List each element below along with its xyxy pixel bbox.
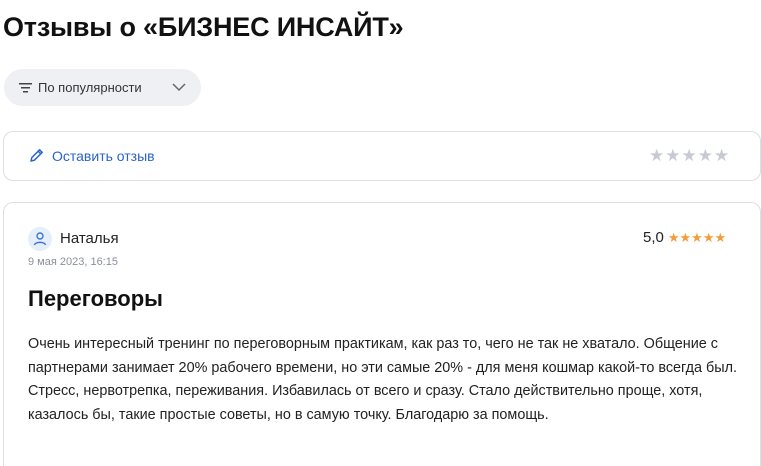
avatar bbox=[28, 227, 52, 251]
review-text: Очень интересный тренинг по переговорным… bbox=[28, 336, 738, 424]
rating-stars: ★ ★ ★ ★ ★ bbox=[667, 229, 727, 245]
pencil-icon bbox=[30, 149, 43, 162]
review-card: Наталья 9 мая 2023, 16:15 5,0 ★ ★ ★ ★ ★ … bbox=[3, 202, 761, 466]
leave-review-button[interactable]: Оставить отзыв bbox=[28, 147, 155, 164]
rating-picker-star[interactable]: ★ bbox=[682, 147, 697, 165]
review-title: Переговоры bbox=[28, 286, 163, 311]
rating-value: 5,0 bbox=[643, 229, 664, 246]
user-icon bbox=[33, 232, 47, 246]
page-title: Отзывы о «БИЗНЕС ИНСАЙТ» bbox=[3, 12, 404, 42]
rating-picker-star[interactable]: ★ bbox=[714, 147, 729, 165]
sort-icon bbox=[19, 82, 32, 92]
review-author[interactable]: Наталья bbox=[60, 230, 119, 247]
leave-review-bar: Оставить отзыв ★ ★ ★ ★ ★ bbox=[3, 131, 761, 181]
sort-dropdown[interactable]: По популярности bbox=[4, 69, 201, 106]
chevron-down-icon bbox=[172, 83, 186, 92]
star-icon: ★ bbox=[667, 229, 680, 245]
review-rating: 5,0 ★ ★ ★ ★ ★ bbox=[643, 229, 726, 246]
star-icon: ★ bbox=[679, 229, 692, 245]
leave-review-label: Оставить отзыв bbox=[52, 147, 155, 164]
review-date: 9 мая 2023, 16:15 bbox=[28, 256, 118, 268]
rating-picker[interactable]: ★ ★ ★ ★ ★ bbox=[649, 147, 729, 165]
rating-picker-star[interactable]: ★ bbox=[649, 147, 664, 165]
star-icon: ★ bbox=[714, 229, 727, 245]
rating-picker-star[interactable]: ★ bbox=[698, 147, 713, 165]
rating-picker-star[interactable]: ★ bbox=[665, 147, 680, 165]
star-icon: ★ bbox=[691, 229, 703, 245]
sort-label: По популярности bbox=[38, 80, 142, 95]
star-icon: ★ bbox=[702, 229, 715, 245]
